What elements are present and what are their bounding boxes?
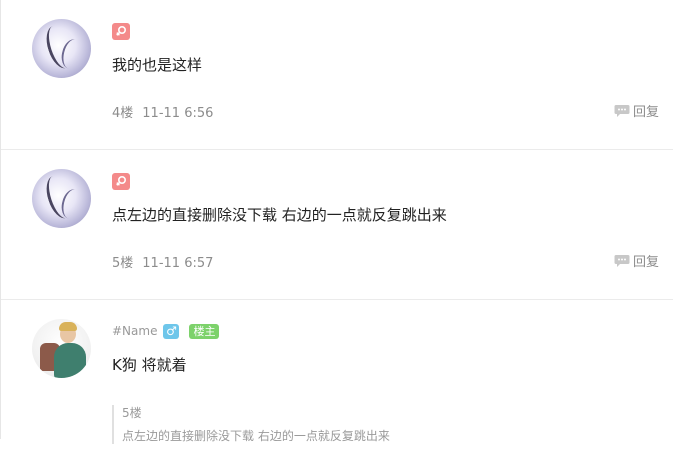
avatar[interactable] [32,169,91,228]
comment-floor-5: 点左边的直接删除没下载 右边的一点就反复跳出来 5楼 11-11 6:57 回复 [1,150,673,300]
male-icon: ♂ [163,323,180,339]
comment-header: #Name ♂ 楼主 [112,322,220,340]
reply-label: 回复 [632,105,659,120]
owner-badge: 楼主 [189,323,220,339]
reply-label: 回复 [632,255,659,270]
avatar[interactable] [32,19,91,78]
quoted-floor: 5楼 [122,406,142,420]
comment-text: K狗 将就着 [112,356,187,374]
comment-text: 我的也是这样 [112,56,203,74]
comment-meta: 4楼 11-11 6:56 [112,102,213,121]
female-icon [112,172,130,190]
female-icon [112,22,130,40]
comment-text: 点左边的直接删除没下载 右边的一点就反复跳出来 [112,206,447,224]
comment-time: 11-11 6:56 [142,106,214,121]
comment-time: 11-11 6:57 [142,256,214,271]
comment-floor-4: 我的也是这样 4楼 11-11 6:56 回复 [1,0,673,150]
avatar[interactable] [32,319,91,378]
comment-bubble-icon [614,104,630,117]
quoted-text: 点左边的直接删除没下载 右边的一点就反复跳出来 [122,429,390,443]
comment-meta: 5楼 11-11 6:57 [112,252,213,271]
reply-button[interactable]: 回复 [614,101,659,120]
comment-bubble-icon [614,254,630,267]
comment-header [112,22,130,40]
username[interactable]: #Name [112,324,157,338]
reply-button[interactable]: 回复 [614,251,659,270]
floor-number: 4楼 [112,106,134,121]
comment-owner-reply: #Name ♂ 楼主 K狗 将就着 5楼 点左边的直接删除没下载 右边的一点就反… [1,300,673,450]
comment-header [112,172,130,190]
floor-number: 5楼 [112,256,134,271]
quoted-reply: 5楼 点左边的直接删除没下载 右边的一点就反复跳出来 [112,405,390,444]
